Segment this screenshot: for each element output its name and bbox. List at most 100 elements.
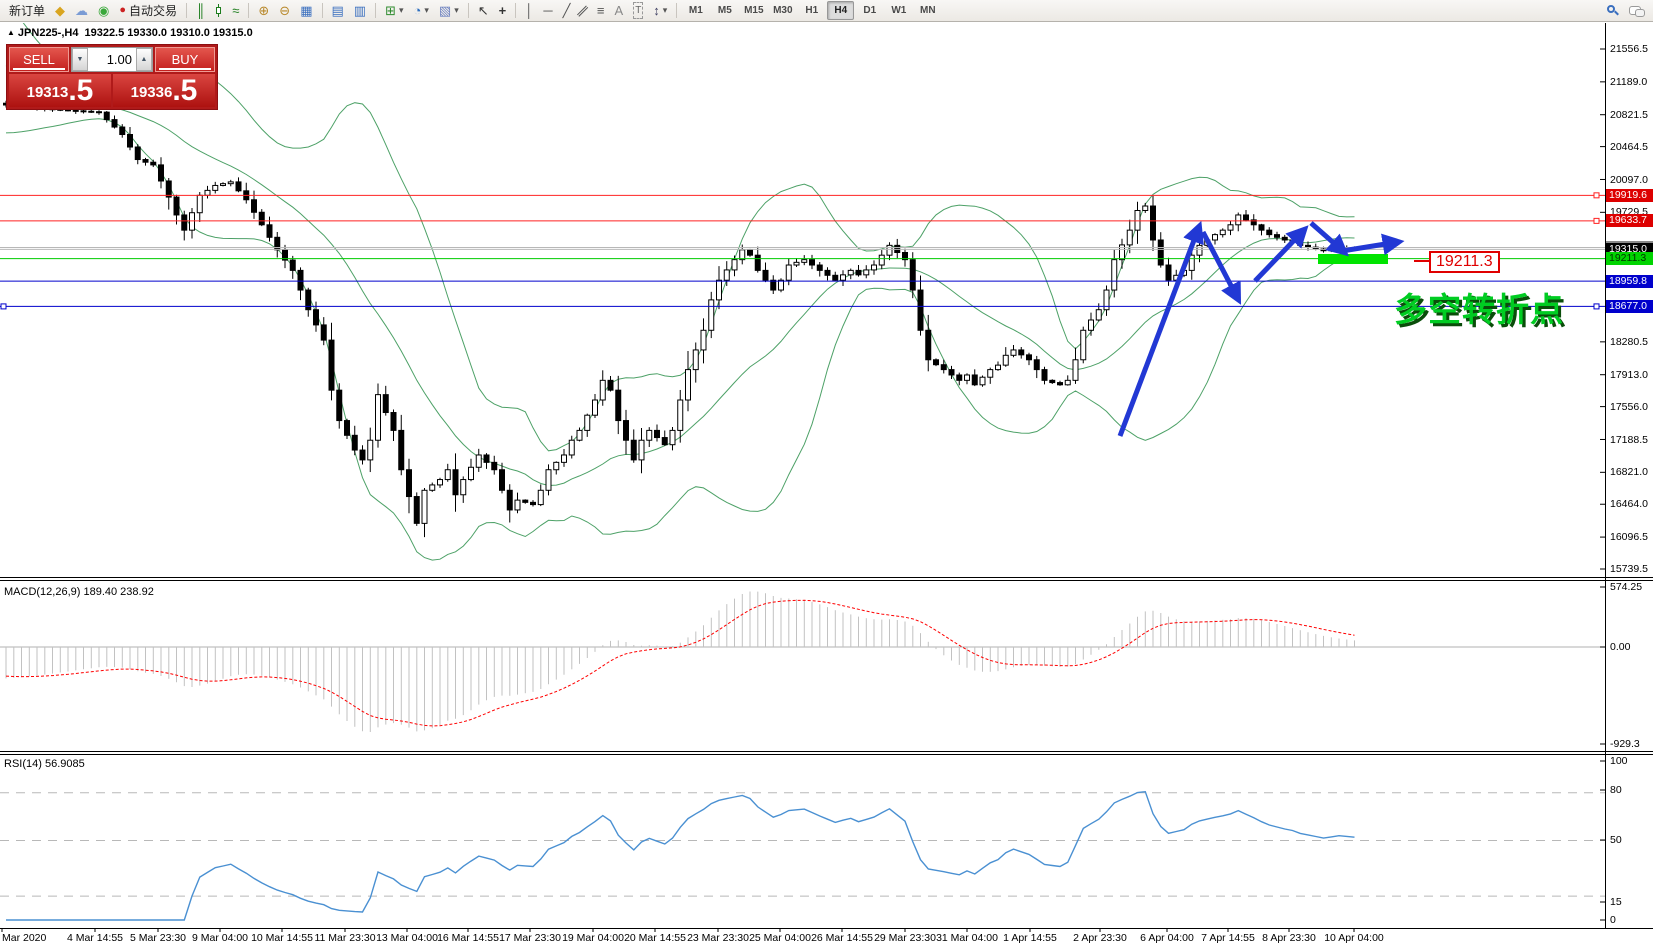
candle-body <box>661 437 668 446</box>
text-label-tool[interactable]: T <box>628 0 648 21</box>
candle-body <box>189 212 195 231</box>
macd-panel-graphics <box>0 591 1605 732</box>
candle-body <box>754 254 761 271</box>
fibonacci-tool[interactable]: ≡ <box>592 0 610 21</box>
text-tool[interactable]: A <box>610 0 629 21</box>
zoom-out-button[interactable]: ⊖ <box>274 0 295 21</box>
search-button[interactable] <box>1601 0 1624 21</box>
bar-chart-button[interactable]: ║ <box>191 0 210 21</box>
auto-trading-button[interactable]: ● 自动交易 <box>114 0 182 21</box>
candle-body <box>468 466 474 481</box>
buy-price-display[interactable]: 19336.5 <box>113 74 215 107</box>
candle-body <box>747 249 753 256</box>
mt4-terminal: 21556.5 21189.0 20821.5 20464.5 20097.0 19729… <box>0 0 1653 948</box>
arrows-tool[interactable]: ↕ ▾ <box>648 0 672 21</box>
line-handle[interactable] <box>1593 192 1600 199</box>
tab-timeframe-m1[interactable]: M1 <box>682 1 709 20</box>
support-zone-rect[interactable] <box>1318 254 1388 264</box>
x-axis-date-label: 7 Apr 14:55 <box>1201 932 1255 944</box>
candle-body <box>297 269 304 291</box>
volume-input[interactable]: 1.00 <box>88 48 136 71</box>
volume-decrease-button[interactable]: ▼ <box>72 48 88 71</box>
candle-body <box>909 259 916 291</box>
price-callout[interactable]: 19211.3 <box>1429 251 1500 273</box>
tab-timeframe-h4[interactable]: H4 <box>827 1 855 20</box>
candle-body <box>677 399 684 431</box>
zoom-in-button[interactable]: ⊕ <box>253 0 274 21</box>
arrange-windows-icon: ▥ <box>353 3 367 18</box>
trend-arrow[interactable] <box>1200 230 1242 305</box>
terminal-icon[interactable]: ☁ <box>70 0 93 21</box>
tab-timeframe-m30[interactable]: M30 <box>769 1 796 20</box>
cursor-tool-button[interactable]: ↖ <box>473 0 494 21</box>
auto-trading-label: 自动交易 <box>129 4 178 18</box>
templates-button[interactable]: ▧ ▾ <box>434 0 464 21</box>
toolbar-separator <box>248 3 250 18</box>
toolbar-separator <box>467 3 469 18</box>
candle-body <box>793 261 800 266</box>
tab-timeframe-d1[interactable]: D1 <box>856 1 883 20</box>
cursor-icon: ↖ <box>477 3 489 18</box>
candle-body <box>398 429 405 471</box>
candle-body <box>646 429 653 441</box>
y-axis-tick-label: 16821.0 <box>1610 466 1648 479</box>
market-watch-icon[interactable]: ◆ <box>50 0 70 21</box>
candle-body <box>522 499 529 503</box>
candle-body <box>840 274 846 281</box>
clock-icon: ◔ <box>413 3 422 18</box>
tab-timeframe-w1[interactable]: W1 <box>885 1 912 20</box>
candle-body <box>770 279 777 291</box>
candle-body <box>475 454 482 468</box>
line-handle[interactable] <box>1593 217 1600 224</box>
tab-timeframe-m15[interactable]: M15 <box>740 1 767 20</box>
trendline-tool[interactable]: ╱ <box>558 0 576 21</box>
indicators-button[interactable]: ⊞ ▾ <box>380 0 408 21</box>
annotation-text[interactable]: 多空转折点 <box>1394 283 1564 331</box>
tab-timeframe-mn[interactable]: MN <box>914 1 941 20</box>
candle-body <box>359 449 366 461</box>
candle-body <box>878 254 885 266</box>
tab-timeframe-h1[interactable]: H1 <box>798 1 825 20</box>
chat-button[interactable] <box>1624 0 1649 21</box>
rsi-axis-tick-label: 50 <box>1610 834 1622 846</box>
candle-body <box>553 461 560 471</box>
cascade-windows-button[interactable]: ▤ <box>327 0 349 21</box>
buy-button[interactable]: BUY <box>155 47 215 72</box>
candle-body <box>638 439 645 461</box>
new-order-button[interactable]: 新订单 <box>4 0 50 21</box>
macd-axis-tick-label: -929.3 <box>1610 738 1640 750</box>
x-axis-date-label: 26 Mar 14:55 <box>811 932 873 944</box>
candles <box>3 100 1358 538</box>
sell-price-display[interactable]: 19313.5 <box>9 74 111 107</box>
candle-body <box>150 161 157 166</box>
candle-body <box>948 369 955 376</box>
x-axis-date-label: 31 Mar 04:00 <box>936 932 998 944</box>
volume-increase-button[interactable]: ▲ <box>136 48 152 71</box>
channel-tool[interactable]: ∥ <box>575 0 592 21</box>
candle-body <box>204 189 211 196</box>
candle-body <box>1049 379 1056 384</box>
sell-button[interactable]: SELL <box>9 47 69 72</box>
candle-body <box>506 489 513 511</box>
title-marker-icon: ▲ <box>7 28 15 37</box>
horizontal-line-tool[interactable]: ─ <box>538 0 557 21</box>
vertical-line-tool[interactable]: │ <box>520 0 538 21</box>
candle-body <box>855 269 862 276</box>
x-axis-date-label: 23 Mar 23:30 <box>687 932 749 944</box>
candlestick-chart-button[interactable] <box>210 0 227 21</box>
candle-body <box>933 359 939 366</box>
line-chart-button[interactable]: ≈ <box>227 0 244 21</box>
rsi-axis-tick-label: 80 <box>1610 784 1622 796</box>
line-handle[interactable] <box>1593 303 1600 310</box>
candle-body <box>1281 236 1288 241</box>
crosshair-tool-button[interactable]: + <box>494 0 512 21</box>
tile-windows-button[interactable]: ▦ <box>295 0 317 21</box>
periods-button[interactable]: ◔ ▾ <box>409 0 434 21</box>
signals-icon[interactable]: ◉ <box>93 0 114 21</box>
rsi-axis-tick-label: 15 <box>1610 896 1622 908</box>
candle-body <box>762 269 769 281</box>
arrange-windows-button[interactable]: ▥ <box>349 0 371 21</box>
tab-timeframe-m5[interactable]: M5 <box>711 1 738 20</box>
y-axis-tick-label: 20464.5 <box>1610 140 1648 153</box>
line-handle[interactable] <box>0 303 7 310</box>
